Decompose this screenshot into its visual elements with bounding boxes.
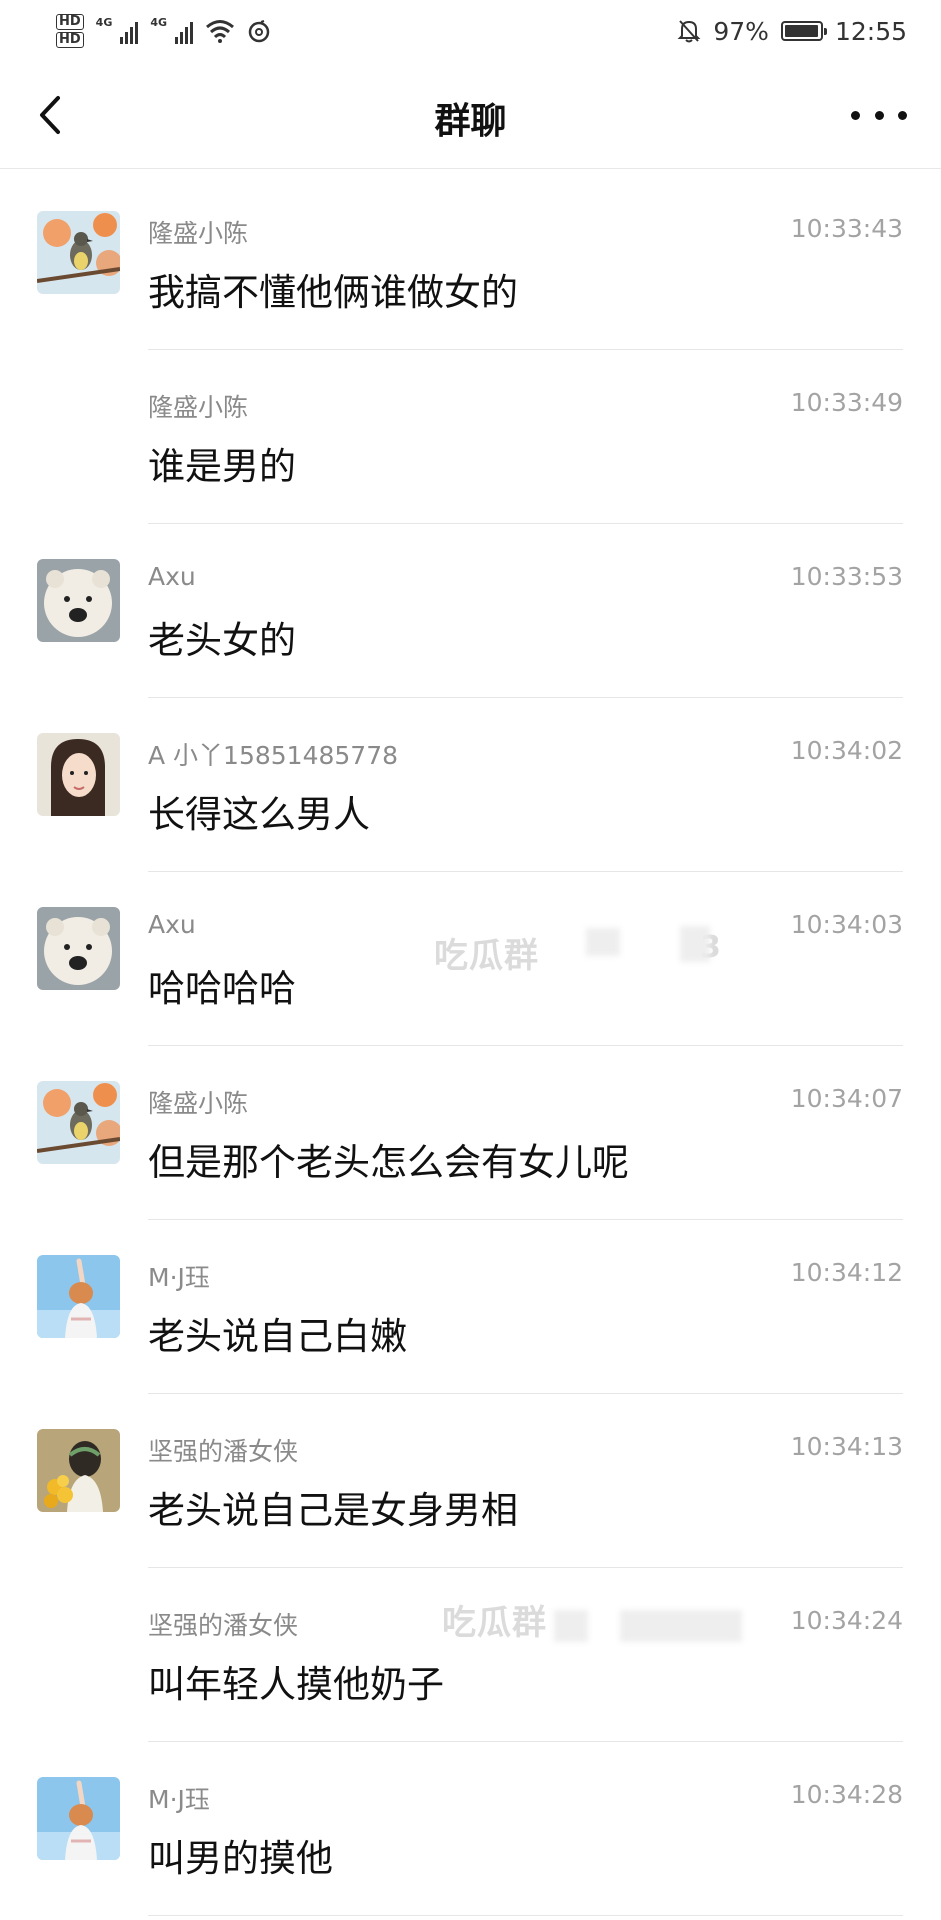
message-row[interactable]: M·J珏 10:34:28 叫男的摸他	[0, 1742, 941, 1916]
mute-bell-icon	[677, 20, 701, 43]
message-text: 我搞不懂他俩谁做女的	[148, 271, 518, 314]
wifi-icon	[206, 20, 235, 43]
status-time: 12:55	[834, 16, 907, 46]
message-row[interactable]: 坚强的潘女侠 10:34:13 老头说自己是女身男相	[0, 1394, 941, 1568]
watermark-text: 吃瓜群	[434, 936, 539, 976]
message-text: 哈哈哈哈	[148, 967, 296, 1010]
sender-name: 隆盛小陈	[148, 393, 249, 422]
watermark-blur	[586, 928, 620, 956]
message-text: 老头女的	[148, 619, 296, 662]
dog-avatar[interactable]	[37, 559, 120, 642]
network-type-2: 4G	[150, 16, 168, 29]
message-text: 但是那个老头怎么会有女儿呢	[148, 1141, 629, 1184]
bird-avatar[interactable]	[37, 211, 120, 294]
message-time: 10:34:13	[790, 1432, 903, 1461]
battery-percent: 97%	[713, 16, 769, 46]
message-row[interactable]: 隆盛小陈 10:34:07 但是那个老头怎么会有女儿呢	[0, 1046, 941, 1220]
network-type-1: 4G	[95, 16, 113, 29]
message-time: 10:34:24	[790, 1606, 903, 1635]
girl-sky-avatar[interactable]	[37, 1255, 120, 1338]
message-time: 10:34:28	[790, 1780, 903, 1809]
watermark-blur	[554, 1610, 588, 1642]
hd2-badge: HD	[56, 32, 84, 48]
sender-name: M·J珏	[148, 1785, 210, 1814]
sender-name: Axu	[148, 562, 196, 591]
sender-name: 隆盛小陈	[148, 219, 249, 248]
nav-bar: 群聊	[0, 62, 941, 169]
battery-fill	[784, 25, 818, 37]
girl-flowers-avatar[interactable]	[37, 1429, 120, 1512]
message-text: 长得这么男人	[148, 793, 370, 836]
hd-indicator: HD HD	[56, 14, 84, 48]
sender-name: 坚强的潘女侠	[148, 1611, 299, 1640]
battery-icon	[780, 21, 827, 41]
message-time: 10:33:43	[790, 214, 903, 243]
hd1-badge: HD	[56, 14, 84, 30]
message-text: 谁是男的	[148, 445, 296, 488]
message-list[interactable]: 隆盛小陈 10:33:43 我搞不懂他俩谁做女的 隆盛小陈 10:33:49 谁是男的 A…	[0, 176, 941, 1916]
woman-avatar[interactable]	[37, 733, 120, 816]
sender-name: M·J珏	[148, 1263, 210, 1292]
bird-avatar[interactable]	[37, 1081, 120, 1164]
dog-avatar[interactable]	[37, 907, 120, 990]
message-time: 10:33:53	[790, 562, 903, 591]
watermark-blur	[620, 1610, 742, 1642]
sender-name: Axu	[148, 910, 196, 939]
signal-icon	[120, 18, 139, 44]
status-bar: HD HD 4G 4G 97% 12:55	[0, 0, 941, 62]
more-dot-icon	[898, 110, 907, 120]
status-left: HD HD 4G 4G	[56, 14, 271, 48]
message-time: 10:34:03	[790, 910, 903, 939]
message-row[interactable]: A 小丫15851485778 10:34:02 长得这么男人	[0, 698, 941, 872]
message-time: 10:34:12	[790, 1258, 903, 1287]
message-row[interactable]: 隆盛小陈 10:33:43 我搞不懂他俩谁做女的	[0, 176, 941, 350]
watermark-text: 吃瓜群	[442, 1603, 547, 1643]
message-row[interactable]: 隆盛小陈 10:33:49 谁是男的	[0, 350, 941, 524]
sender-name: 坚强的潘女侠	[148, 1437, 299, 1466]
more-dot-icon	[874, 110, 884, 120]
message-text: 老头说自己是女身男相	[148, 1489, 518, 1532]
girl-sky-avatar[interactable]	[37, 1777, 120, 1860]
more-dot-icon	[851, 110, 860, 120]
sender-name: 隆盛小陈	[148, 1089, 249, 1118]
more-options-button[interactable]	[851, 92, 907, 138]
status-right: 97% 12:55	[677, 17, 907, 46]
message-time: 10:34:02	[790, 736, 903, 765]
message-row[interactable]: Axu 10:33:53 老头女的	[0, 524, 941, 698]
divider	[148, 1915, 903, 1916]
message-text: 老头说自己白嫩	[148, 1315, 407, 1358]
message-time: 10:33:49	[790, 388, 903, 417]
netease-music-icon	[248, 20, 270, 43]
message-time: 10:34:07	[790, 1084, 903, 1113]
message-text: 叫男的摸他	[148, 1837, 333, 1880]
watermark-blur	[680, 926, 710, 962]
signal-icon-2	[175, 18, 194, 44]
message-text: 叫年轻人摸他奶子	[148, 1663, 444, 1706]
message-row[interactable]: M·J珏 10:34:12 老头说自己白嫩	[0, 1220, 941, 1394]
sender-name: A 小丫15851485778	[148, 741, 399, 770]
page-title: 群聊	[434, 101, 507, 142]
